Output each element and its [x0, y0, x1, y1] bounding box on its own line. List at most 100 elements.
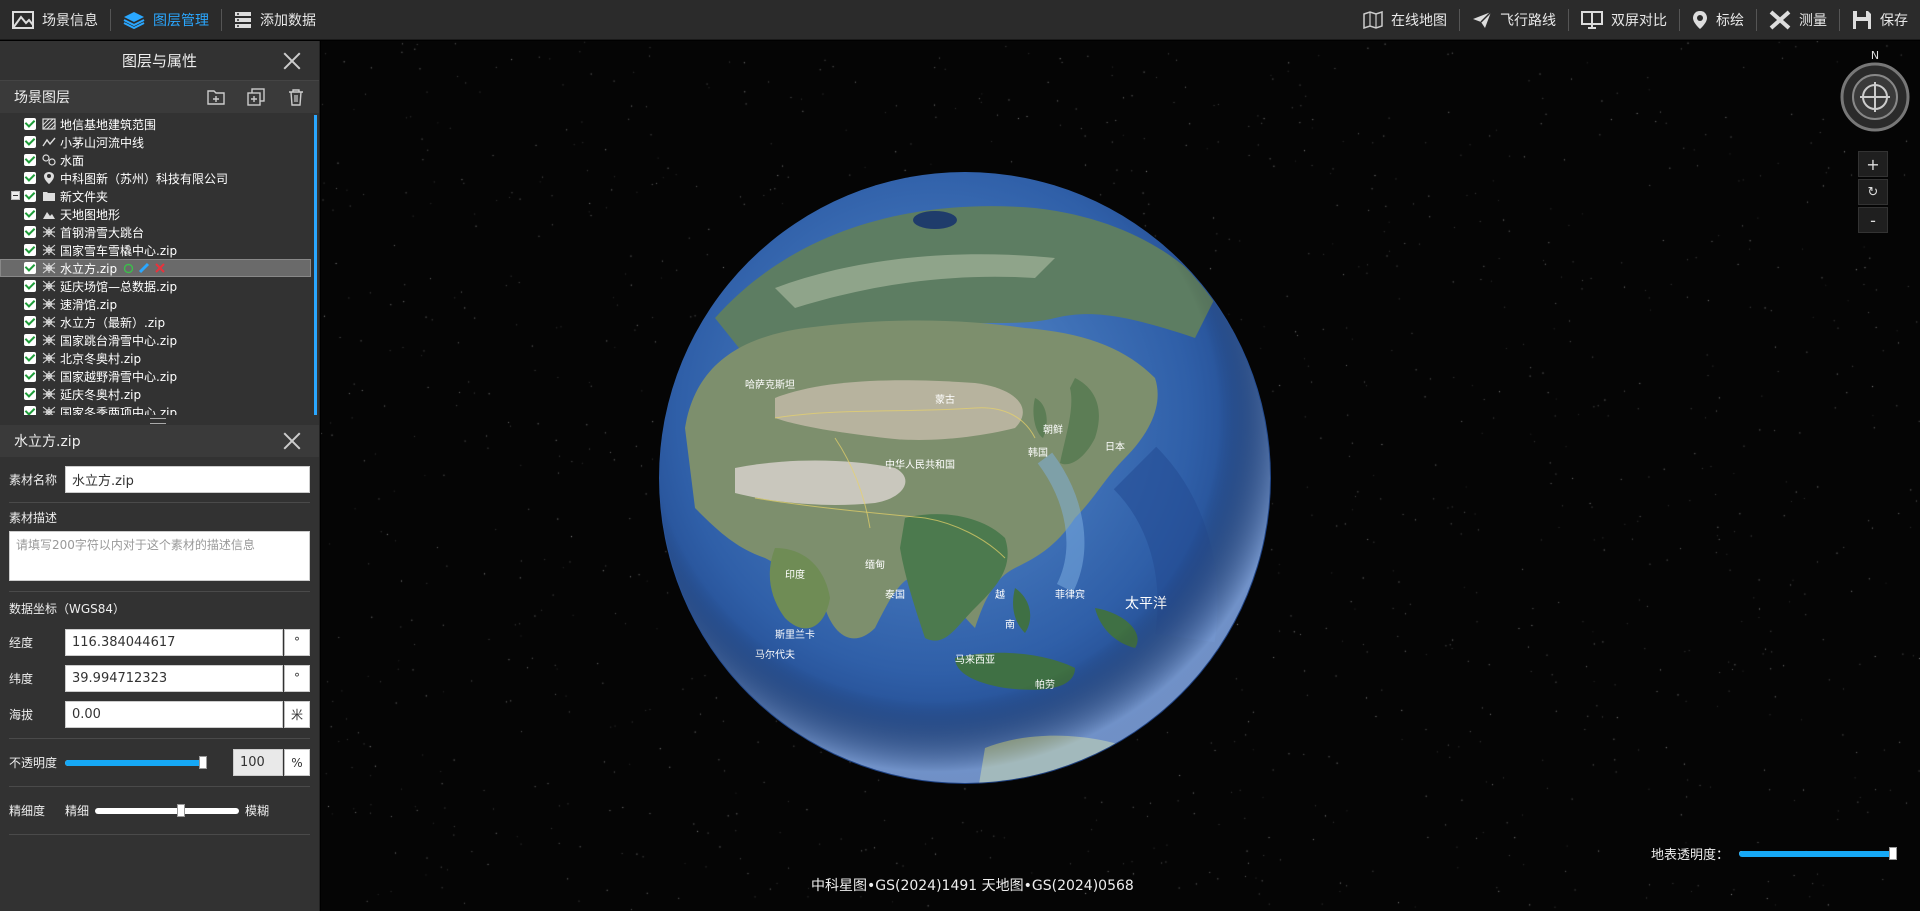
- altitude-input[interactable]: 0.00: [65, 700, 284, 728]
- model-layer-icon: [42, 388, 56, 400]
- layer-label: 速滑馆.zip: [60, 297, 118, 312]
- layer-row[interactable]: 速滑馆.zip: [0, 295, 319, 313]
- layer-label: 国家冬季两项中心.zip: [60, 405, 178, 416]
- layer-row[interactable]: 延庆场馆—总数据.zip: [0, 277, 319, 295]
- tree-collapse-icon[interactable]: [11, 191, 20, 200]
- longitude-input[interactable]: 116.384044617: [65, 628, 284, 656]
- layer-row[interactable]: 北京冬奥村.zip: [0, 349, 319, 367]
- material-desc-label: 素材描述: [9, 510, 58, 525]
- marker-button[interactable]: 标绘: [1680, 0, 1756, 40]
- panel-close-icon[interactable]: [283, 52, 301, 70]
- opacity-label: 不透明度: [9, 756, 58, 770]
- material-name-input[interactable]: 水立方.zip: [65, 466, 310, 493]
- model-layer-icon: [42, 316, 56, 328]
- layer-row[interactable]: 中科图新（苏州）科技有限公司: [0, 169, 319, 187]
- zoom-out-button[interactable]: -: [1858, 207, 1888, 233]
- layer-visibility-checkbox[interactable]: [24, 406, 36, 415]
- flight-route-label: 飞行路线: [1500, 12, 1556, 29]
- surface-transparency-control: 地表透明度：: [1651, 844, 1898, 863]
- layer-visibility-checkbox[interactable]: [24, 154, 36, 166]
- layer-row[interactable]: 地信基地建筑范围: [0, 115, 319, 133]
- add-data-button[interactable]: 添加数据: [222, 0, 328, 40]
- online-map-button[interactable]: 在线地图: [1351, 0, 1459, 40]
- surface-transparency-handle[interactable]: [1889, 847, 1898, 860]
- scene-info-button[interactable]: 场景信息: [0, 0, 110, 40]
- latitude-input[interactable]: 39.994712323: [65, 664, 284, 692]
- delete-layer-icon[interactable]: [287, 88, 305, 106]
- layer-label: 天地图地形: [60, 207, 121, 222]
- layer-label: 国家跳台滑雪中心.zip: [60, 333, 178, 348]
- layer-visibility-checkbox[interactable]: [24, 226, 36, 238]
- globe-viewport[interactable]: 中华人民共和国蒙古朝鲜韩国日本太平洋菲律宾泰国越南缅甸印度斯里兰卡马来西亚帕劳马…: [321, 41, 1920, 911]
- layer-row[interactable]: 水立方（最新）.zip: [0, 313, 319, 331]
- layer-visibility-checkbox[interactable]: [24, 370, 36, 382]
- layer-row[interactable]: 国家越野滑雪中心.zip: [0, 367, 319, 385]
- layer-row[interactable]: 国家跳台滑雪中心.zip: [0, 331, 319, 349]
- save-icon: [1853, 10, 1871, 29]
- layer-row-selected[interactable]: 水立方.zip: [0, 259, 311, 277]
- opacity-slider-handle[interactable]: [199, 755, 207, 769]
- model-layer-icon: [42, 406, 56, 415]
- layer-row[interactable]: 首钢滑雪大跳台: [0, 223, 319, 241]
- layer-row[interactable]: 国家冬季两项中心.zip: [0, 403, 319, 415]
- detail-slider[interactable]: [95, 803, 240, 817]
- layer-tree: 地信基地建筑范围 小茅山河流中线 水面 中科图新（苏州）科技有限公司 新文件夹天地图地形…: [0, 113, 319, 415]
- layer-manage-button[interactable]: 图层管理: [111, 0, 221, 40]
- layer-visibility-checkbox[interactable]: [24, 334, 36, 346]
- dual-screen-label: 双屏对比: [1611, 12, 1667, 29]
- layer-row[interactable]: 延庆冬奥村.zip: [0, 385, 319, 403]
- layer-visibility-checkbox[interactable]: [24, 172, 36, 184]
- layer-row[interactable]: 国家雪车雪橇中心.zip: [0, 241, 319, 259]
- layer-visibility-checkbox[interactable]: [24, 244, 36, 256]
- model-layer-icon: [42, 370, 56, 382]
- surface-transparency-slider[interactable]: [1739, 847, 1898, 860]
- add-data-icon: [235, 11, 251, 28]
- layer-row[interactable]: 新文件夹: [0, 187, 319, 205]
- layer-row[interactable]: 水面: [0, 151, 319, 169]
- add-folder-icon[interactable]: [207, 88, 225, 106]
- scene-info-icon: [12, 10, 34, 29]
- locate-icon[interactable]: [123, 263, 134, 274]
- properties-form: 素材名称 水立方.zip 素材描述 请填写200字符以内对于这个素材的描述信息 …: [0, 457, 319, 835]
- layer-visibility-checkbox[interactable]: [24, 388, 36, 400]
- layers-properties-panel: 图层与属性 场景图层 地信基地建筑范围 小茅山河流中线 水面 中科图新（苏州）科技有限…: [0, 41, 320, 911]
- marker-label: 标绘: [1716, 12, 1744, 29]
- detail-slider-handle[interactable]: [177, 803, 186, 817]
- flight-route-button[interactable]: 飞行路线: [1460, 0, 1568, 40]
- layer-row[interactable]: 天地图地形: [0, 205, 319, 223]
- properties-close-icon[interactable]: [283, 432, 301, 450]
- layer-visibility-checkbox[interactable]: [24, 262, 36, 274]
- add-data-label: 添加数据: [260, 12, 316, 29]
- layer-visibility-checkbox[interactable]: [24, 280, 36, 292]
- model-layer-icon: [42, 244, 56, 256]
- compass-icon[interactable]: N: [1839, 49, 1911, 133]
- panel-splitter[interactable]: [0, 415, 319, 425]
- material-desc-textarea[interactable]: 请填写200字符以内对于这个素材的描述信息: [9, 531, 310, 581]
- layer-visibility-checkbox[interactable]: [24, 190, 36, 202]
- layer-visibility-checkbox[interactable]: [24, 136, 36, 148]
- measure-label: 测量: [1799, 12, 1827, 29]
- opacity-input[interactable]: 100: [233, 749, 283, 776]
- dual-screen-icon: [1581, 10, 1603, 29]
- dual-screen-button[interactable]: 双屏对比: [1569, 0, 1679, 40]
- edit-icon[interactable]: [138, 262, 150, 274]
- delete-icon[interactable]: [154, 262, 166, 274]
- layer-row[interactable]: 小茅山河流中线: [0, 133, 319, 151]
- save-button[interactable]: 保存: [1840, 0, 1920, 40]
- layer-visibility-checkbox[interactable]: [24, 208, 36, 220]
- online-map-icon: [1363, 10, 1383, 29]
- measure-button[interactable]: 测量: [1757, 0, 1839, 40]
- longitude-unit: °: [284, 628, 310, 656]
- layer-visibility-checkbox[interactable]: [24, 352, 36, 364]
- layer-visibility-checkbox[interactable]: [24, 316, 36, 328]
- properties-header: 水立方.zip: [0, 425, 319, 457]
- latitude-row: 纬度 39.994712323 °: [9, 660, 310, 696]
- copy-layer-icon[interactable]: [247, 88, 265, 106]
- layer-visibility-checkbox[interactable]: [24, 118, 36, 130]
- layer-visibility-checkbox[interactable]: [24, 298, 36, 310]
- zoom-reset-button[interactable]: ↻: [1858, 179, 1888, 205]
- earth-globe[interactable]: 中华人民共和国蒙古朝鲜韩国日本太平洋菲律宾泰国越南缅甸印度斯里兰卡马来西亚帕劳马…: [655, 168, 1275, 788]
- opacity-slider[interactable]: [65, 755, 207, 769]
- zoom-in-button[interactable]: +: [1858, 151, 1888, 177]
- coordinate-label: 数据坐标（WGS84）: [9, 601, 126, 616]
